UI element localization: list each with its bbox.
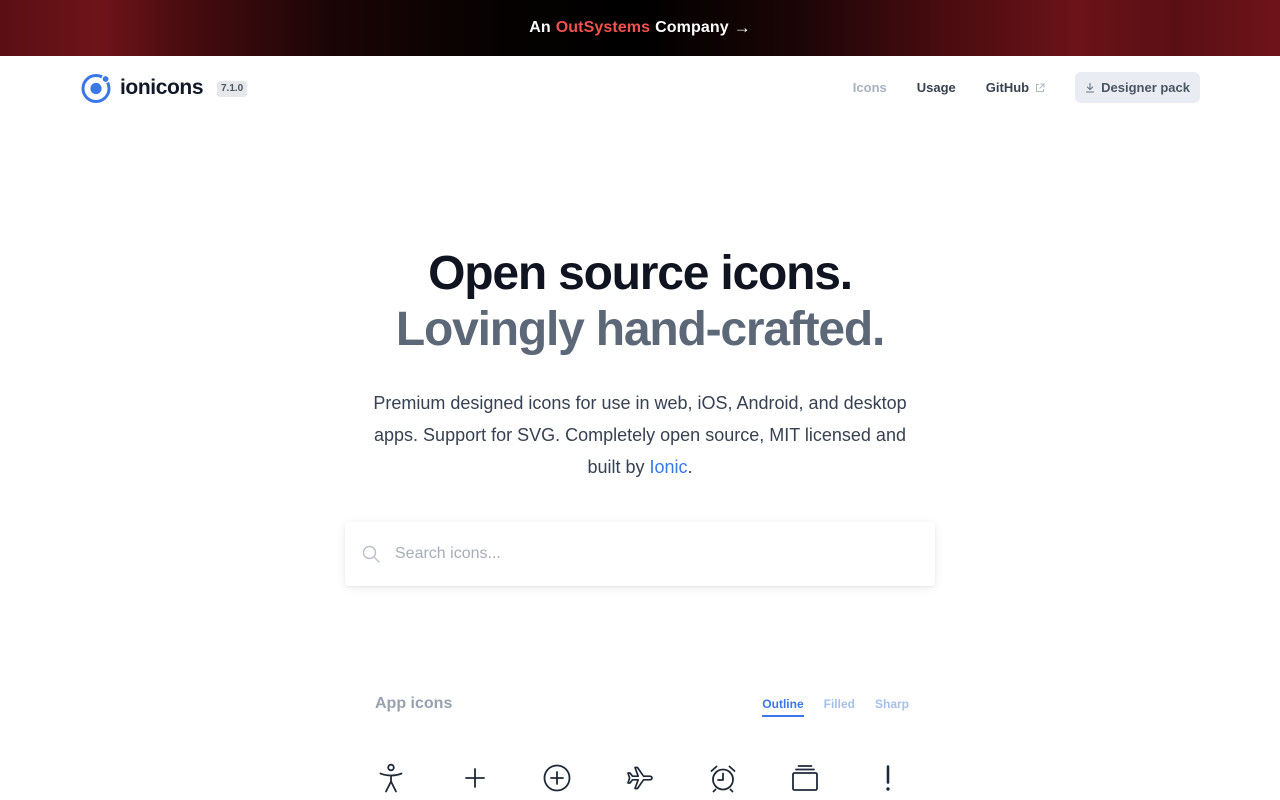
- section-title: App icons: [375, 695, 453, 712]
- add-circle-icon: [543, 764, 571, 792]
- hero-title-line1: Open source icons.: [428, 247, 853, 300]
- designer-pack-button[interactable]: Designer pack: [1075, 72, 1200, 103]
- icon-grid-row: [368, 758, 912, 798]
- nav-github[interactable]: GitHub: [986, 80, 1045, 95]
- add-icon: [465, 768, 485, 788]
- icon-tile-albums[interactable]: [782, 758, 828, 798]
- search-icon: [362, 545, 380, 563]
- tab-filled[interactable]: Filled: [824, 697, 855, 717]
- icon-tile-accessibility[interactable]: [368, 758, 414, 798]
- accessibility-icon: [379, 763, 403, 793]
- icon-tile-alarm[interactable]: [700, 758, 746, 798]
- site-header: ionicons 7.1.0 Icons Usage GitHub Design…: [0, 56, 1280, 120]
- nav-icons[interactable]: Icons: [853, 80, 887, 95]
- logo-text: ionicons: [120, 76, 204, 99]
- designer-pack-label: Designer pack: [1101, 80, 1190, 95]
- external-link-icon: [1036, 83, 1045, 92]
- banner-suffix: Company: [655, 19, 729, 36]
- top-banner: An OutSystems Company →: [0, 0, 1280, 56]
- outsystems-banner-link[interactable]: An OutSystems Company →: [529, 18, 751, 38]
- version-badge: 7.1.0: [217, 81, 248, 97]
- icon-tile-add[interactable]: [452, 758, 498, 798]
- hero-title-line2: Lovingly hand-crafted.: [395, 303, 886, 356]
- hero-desc-text: Premium designed icons for use in web, i…: [373, 393, 907, 477]
- ionic-link[interactable]: Ionic: [650, 457, 688, 477]
- icon-tile-airplane[interactable]: [617, 758, 663, 798]
- search-box: [345, 522, 935, 586]
- hero-title: Open source icons. Lovingly hand-crafted…: [0, 246, 1280, 358]
- hero-description: Premium designed icons for use in web, i…: [370, 387, 910, 483]
- icon-tile-add-circle[interactable]: [534, 758, 580, 798]
- tab-outline[interactable]: Outline: [762, 697, 804, 717]
- airplane-icon: [627, 766, 653, 790]
- hero-desc-end: .: [687, 457, 693, 477]
- banner-prefix: An: [529, 19, 551, 36]
- arrow-right-icon: →: [733, 18, 751, 37]
- alarm-icon: [710, 765, 736, 793]
- icon-style-tabs: Outline Filled Sharp: [762, 697, 909, 717]
- search-input[interactable]: [395, 522, 915, 586]
- main-nav: Icons Usage GitHub Designer pack: [823, 72, 1200, 103]
- icon-tile-alert[interactable]: [865, 758, 911, 798]
- nav-github-label: GitHub: [985, 80, 1030, 95]
- download-icon: [1086, 83, 1095, 93]
- tab-sharp[interactable]: Sharp: [875, 697, 909, 717]
- ionicons-logo-icon: [81, 74, 111, 103]
- albums-icon: [792, 765, 818, 791]
- nav-usage[interactable]: Usage: [917, 80, 956, 95]
- banner-brand: OutSystems: [555, 19, 651, 36]
- ionicons-logo-link[interactable]: ionicons: [80, 72, 204, 104]
- alert-icon: [886, 765, 890, 791]
